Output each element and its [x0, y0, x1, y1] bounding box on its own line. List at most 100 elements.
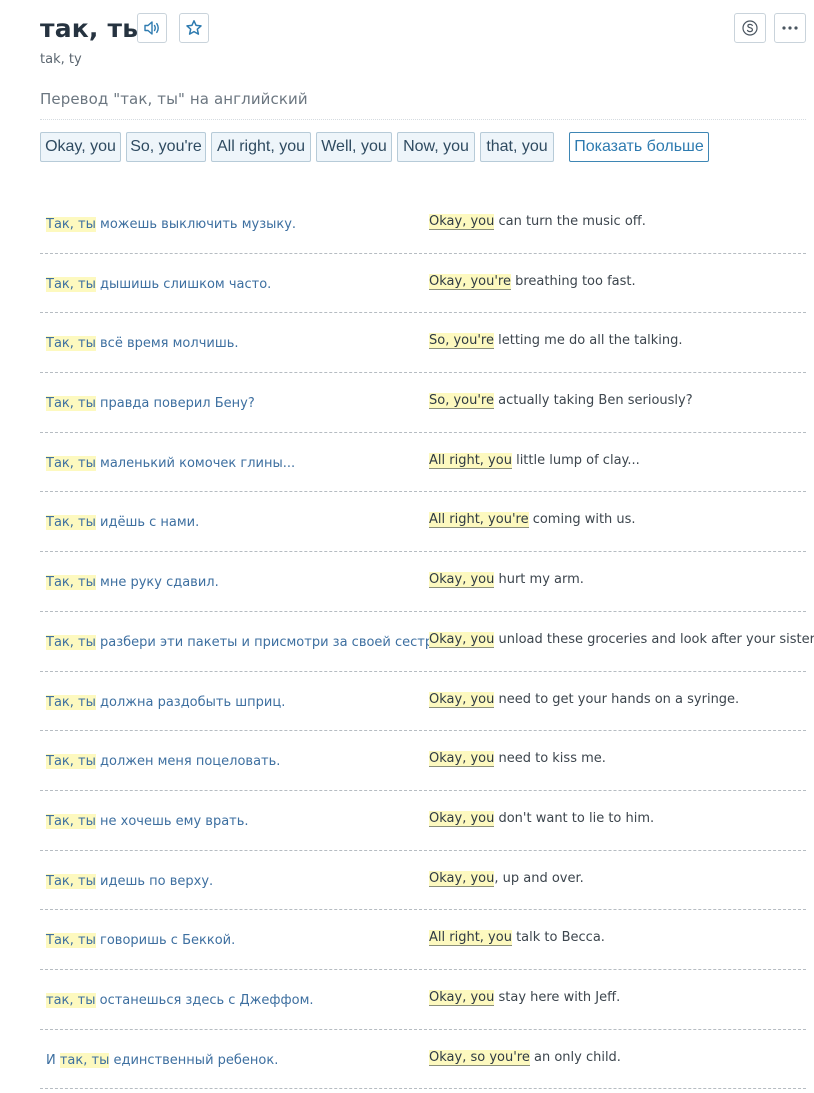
source-highlight: Так, ты	[46, 515, 96, 531]
example-target: All right, you're coming with us.	[429, 512, 636, 529]
speaker-icon	[144, 21, 159, 35]
skype-button[interactable]	[734, 13, 766, 43]
dictionary-page: так, ты tak, ty Перевод "так, ты" на анг…	[40, 0, 814, 1090]
source-rest: должен меня поцеловать.	[95, 754, 281, 770]
example-row: Так, ты должен меня поцеловать. Okay, you…	[40, 731, 806, 791]
source-highlight: Так, ты	[46, 873, 96, 889]
example-source[interactable]: Так, ты правда поверил Бену?	[46, 396, 255, 412]
pronounce-button[interactable]	[137, 13, 167, 43]
example-source[interactable]: Так, ты должен меня поцеловать.	[46, 754, 281, 770]
target-highlight: Okay, you	[429, 989, 495, 1006]
example-source[interactable]: Так, ты не хочешь ему врать.	[46, 813, 249, 829]
example-target: Okay, you hurt my arm.	[429, 572, 584, 589]
example-row: И так, ты единственный ребенок. Okay, so …	[40, 1030, 806, 1090]
source-prefix: И	[46, 1052, 60, 1068]
example-row: Так, ты не хочешь ему врать. Okay, you do…	[40, 791, 806, 851]
source-rest: маленький комочек глины...	[95, 455, 296, 471]
source-highlight: Так, ты	[46, 575, 96, 591]
more-dots-icon	[782, 26, 798, 30]
example-target: Okay, you unload these groceries and loo…	[429, 631, 814, 648]
target-highlight: All right, you're	[429, 512, 529, 529]
star-icon	[186, 20, 202, 35]
example-row: Так, ты идешь по верху. Okay, you, up and…	[40, 851, 806, 911]
translation-chip[interactable]: Okay, you	[40, 132, 121, 162]
source-highlight: Так, ты	[46, 634, 96, 650]
target-highlight: Okay, you	[429, 214, 495, 230]
example-target: Okay, you can turn the music off.	[429, 214, 646, 230]
source-highlight: Так, ты	[46, 933, 96, 949]
example-source[interactable]: Так, ты разбери эти пакеты и присмотри з…	[46, 634, 454, 650]
target-highlight: All right, you	[429, 452, 512, 469]
example-source[interactable]: Так, ты дышишь слишком часто.	[46, 276, 271, 292]
example-row: Так, ты идёшь с нами. All right, you're c…	[40, 492, 806, 553]
source-rest: разбери эти пакеты и присмотри за своей …	[95, 634, 454, 650]
target-rest: talk to Becca.	[511, 930, 605, 946]
show-more-button[interactable]: Показать больше	[569, 132, 709, 162]
section-title: Перевод "так, ты" на английский	[40, 90, 308, 108]
target-rest: can turn the music off.	[494, 214, 646, 229]
example-row: Так, ты мне руку сдавил. Okay, you hurt m…	[40, 552, 806, 612]
example-source[interactable]: Так, ты должна раздобыть шприц.	[46, 694, 286, 710]
target-rest: little lump of clay...	[511, 452, 640, 468]
target-rest: , up and over.	[494, 870, 584, 886]
source-rest: единственный ребенок.	[109, 1052, 279, 1068]
example-target: Okay, you, up and over.	[429, 870, 584, 887]
example-source[interactable]: Так, ты маленький комочек глины...	[46, 455, 296, 471]
source-highlight: так, ты	[59, 1052, 110, 1068]
more-button[interactable]	[774, 13, 806, 43]
example-source[interactable]: Так, ты мне руку сдавил.	[46, 575, 219, 591]
target-rest: letting me do all the talking.	[494, 333, 683, 349]
source-highlight: так, ты	[46, 992, 96, 1008]
source-rest: не хочешь ему врать.	[95, 813, 249, 829]
example-list: Так, ты можешь выключить музыку. Okay, yo…	[40, 194, 814, 1090]
example-source[interactable]: И так, ты единственный ребенок.	[46, 1052, 279, 1068]
target-highlight: Okay, you	[429, 631, 495, 648]
example-row: Так, ты всё время молчишь. So, you're let…	[40, 313, 806, 374]
example-target: Okay, you need to kiss me.	[429, 751, 606, 768]
target-rest: unload these groceries and look after yo…	[494, 631, 814, 647]
example-target: So, you're letting me do all the talking…	[429, 333, 683, 350]
example-target: Okay, so you're an only child.	[429, 1049, 621, 1066]
example-row: Так, ты разбери эти пакеты и присмотри з…	[40, 612, 814, 672]
translation-chip[interactable]: So, you're	[126, 132, 206, 162]
favorite-button[interactable]	[179, 13, 209, 43]
source-rest: должна раздобыть шприц.	[95, 694, 286, 710]
example-row: Так, ты можешь выключить музыку. Okay, yo…	[40, 194, 806, 254]
translation-chip[interactable]: Well, you	[316, 132, 392, 162]
target-highlight: Okay, you're	[429, 273, 511, 290]
example-source[interactable]: Так, ты идешь по верху.	[46, 873, 214, 889]
source-rest: останешься здесь с Джеффом.	[95, 992, 314, 1008]
example-target: Okay, you stay here with Jeff.	[429, 989, 620, 1006]
source-highlight: Так, ты	[46, 754, 96, 770]
translation-chip[interactable]: Now, you	[397, 132, 475, 162]
target-highlight: Okay, you	[429, 810, 495, 827]
source-rest: мне руку сдавил.	[95, 575, 219, 591]
example-source[interactable]: так, ты останешься здесь с Джеффом.	[46, 992, 314, 1008]
target-highlight: Okay, you	[429, 691, 495, 708]
example-source[interactable]: Так, ты идёшь с нами.	[46, 515, 200, 531]
translation-chip[interactable]: All right, you	[211, 132, 311, 162]
target-highlight: So, you're	[429, 333, 494, 350]
example-source[interactable]: Так, ты можешь выключить музыку.	[46, 217, 296, 232]
source-rest: идёшь с нами.	[95, 515, 200, 531]
target-rest: an only child.	[529, 1049, 621, 1065]
example-row: Так, ты должна раздобыть шприц. Okay, you…	[40, 672, 806, 732]
translation-chip[interactable]: that, you	[480, 132, 554, 162]
example-row: Так, ты дышишь слишком часто. Okay, you'r…	[40, 254, 806, 314]
entry-header: так, ты tak, ty	[40, 0, 806, 80]
example-source[interactable]: Так, ты всё время молчишь.	[46, 336, 239, 352]
target-highlight: Okay, you	[429, 572, 495, 589]
source-highlight: Так, ты	[46, 396, 96, 412]
target-highlight: Okay, so you're	[429, 1049, 530, 1066]
target-rest: need to get your hands on a syringe.	[494, 691, 740, 707]
source-highlight: Так, ты	[46, 455, 96, 471]
target-rest: don't want to lie to him.	[494, 810, 655, 826]
source-highlight: Так, ты	[46, 336, 96, 352]
source-rest: говоришь с Беккой.	[95, 933, 236, 949]
example-row: Так, ты маленький комочек глины... All ri…	[40, 433, 806, 493]
source-highlight: Так, ты	[46, 694, 96, 710]
example-source[interactable]: Так, ты говоришь с Беккой.	[46, 933, 236, 949]
target-rest: breathing too fast.	[510, 273, 636, 289]
entry-title: так, ты	[40, 14, 146, 43]
source-rest: идешь по верху.	[95, 873, 214, 889]
